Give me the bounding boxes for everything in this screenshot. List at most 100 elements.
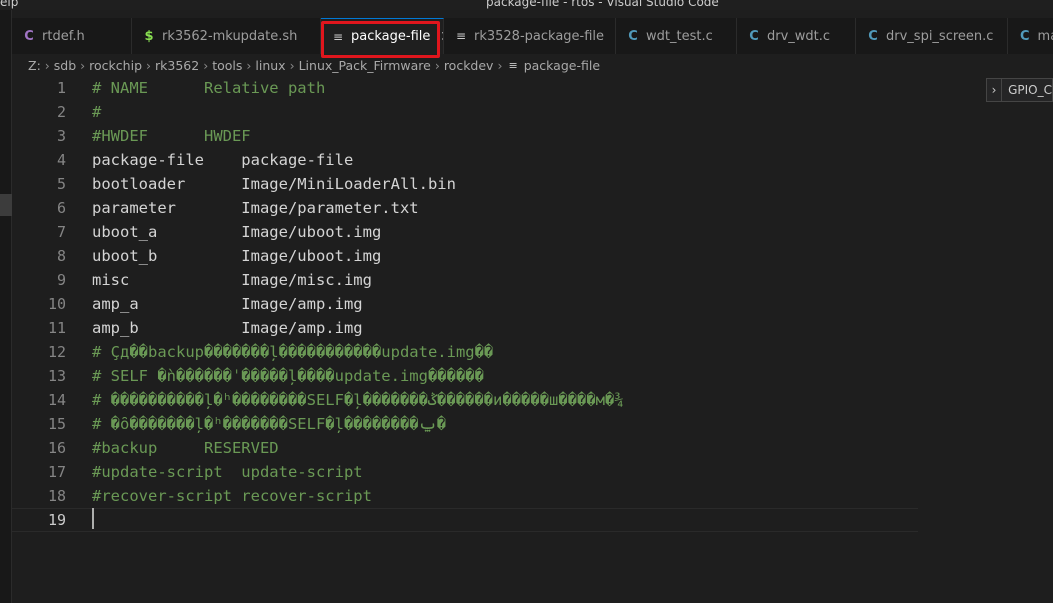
line-number: 7	[56, 223, 66, 241]
line-content[interactable]: amp_a Image/amp.img	[92, 295, 363, 313]
chevron-right-icon: ›	[80, 57, 86, 73]
line-number: 6	[56, 199, 66, 217]
code-line[interactable]: 7 uboot_a Image/uboot.img	[12, 220, 918, 244]
chevron-right-icon: ›	[44, 57, 50, 73]
plain-text-file-icon: ≡	[333, 29, 344, 44]
breadcrumb-tools[interactable]: tools	[212, 58, 242, 73]
code-line[interactable]: 14 # ����������ļ�ʰ��������SELF�ļ�������ݣ…	[12, 388, 918, 412]
code-line[interactable]: 2 #	[12, 100, 918, 124]
breadcrumb-file[interactable]: package-file	[524, 58, 600, 73]
line-content[interactable]: misc Image/misc.img	[92, 271, 372, 289]
line-number: 11	[47, 319, 66, 337]
plain-text-file-icon: ≡	[456, 29, 467, 43]
chevron-right-icon: ›	[246, 57, 252, 73]
line-content[interactable]: package-file package-file	[92, 151, 353, 169]
tab-label: drv_wdt.c	[767, 28, 831, 44]
breadcrumb-drive[interactable]: Z:	[28, 58, 41, 73]
c-header-file-icon: C	[24, 28, 34, 44]
code-line[interactable]: 10 amp_a Image/amp.img	[12, 292, 918, 316]
line-number: 1	[56, 79, 66, 97]
code-line[interactable]: 8 uboot_b Image/uboot.img	[12, 244, 918, 268]
breadcrumb-linux-pack-firmware[interactable]: Linux_Pack_Firmware	[299, 58, 431, 73]
tab-label: rk3528-package-file	[474, 28, 605, 44]
code-line[interactable]: 17 #update-script update-script	[12, 460, 918, 484]
line-content[interactable]: #recover-script recover-script	[92, 487, 372, 505]
line-content[interactable]: #	[92, 103, 101, 121]
tab-label: wdt_test.c	[646, 28, 713, 44]
code-line[interactable]: 4 package-file package-file	[12, 148, 918, 172]
breadcrumb-sdb[interactable]: sdb	[54, 58, 76, 73]
plain-text-file-icon: ≡	[508, 58, 518, 72]
line-content[interactable]: parameter Image/parameter.txt	[92, 199, 419, 217]
code-line[interactable]: 13 # SELF �ǹ������ˈ�����ļ����update.img�…	[12, 364, 918, 388]
line-content[interactable]: # SELF �ǹ������ˈ�����ļ����update.img����…	[92, 367, 484, 385]
chevron-right-icon: ›	[203, 57, 209, 73]
code-line[interactable]: 6 parameter Image/parameter.txt	[12, 196, 918, 220]
window-title: package-file - rtos - Visual Studio Code	[486, 0, 719, 9]
line-number: 14	[47, 391, 66, 409]
breadcrumb-rockdev[interactable]: rockdev	[444, 58, 494, 73]
code-line[interactable]: 16 #backup RESERVED	[12, 436, 918, 460]
tab-package-file[interactable]: ≡ package-file ✕	[321, 18, 444, 54]
shell-script-icon: $	[144, 28, 154, 44]
line-number: 2	[56, 103, 66, 121]
line-number: 10	[47, 295, 66, 313]
tab-label: rk3562-mkupdate.sh	[162, 28, 298, 44]
line-number: 8	[56, 247, 66, 265]
code-line[interactable]: 18 #recover-script recover-script	[12, 484, 918, 508]
line-content[interactable]: # NAME Relative path	[92, 79, 325, 97]
tab-rk3562-mkupdate-sh[interactable]: $ rk3562-mkupdate.sh	[132, 18, 321, 54]
tab-label: package-file	[351, 29, 431, 44]
line-number: 17	[47, 463, 66, 481]
tab-ma[interactable]: C ma	[1008, 18, 1053, 54]
line-content[interactable]: # Çд��backup�������ļ�����������update.im…	[92, 343, 493, 361]
activity-bar	[0, 10, 12, 603]
line-number: 4	[56, 151, 66, 169]
chevron-right-icon: ›	[497, 57, 503, 73]
tab-drv-wdt-c[interactable]: C drv_wdt.c	[737, 18, 856, 54]
line-number: 16	[47, 439, 66, 457]
activity-bar-indicator	[0, 194, 12, 216]
code-line[interactable]: 3 #HWDEF HWDEF	[12, 124, 918, 148]
code-line[interactable]: 9 misc Image/misc.img	[12, 268, 918, 292]
line-content[interactable]: # ����������ļ�ʰ��������SELF�ļ�������ݣ���…	[92, 391, 624, 409]
code-editor[interactable]: 1 # NAME Relative path 2 # 3 #HWDEF HWDE…	[12, 76, 1053, 603]
tab-label: ma	[1037, 28, 1053, 44]
code-line[interactable]: 15 # �ȏ�������ļ�ʰ�������SELF�ļ��������ݐ�	[12, 412, 918, 436]
menu-help[interactable]: elp	[0, 0, 18, 9]
line-number: 18	[47, 487, 66, 505]
line-number: 5	[56, 175, 66, 193]
code-line[interactable]: 5 bootloader Image/MiniLoaderAll.bin	[12, 172, 918, 196]
code-line[interactable]: 12 # Çд��backup�������ļ�����������update…	[12, 340, 918, 364]
c-file-icon: C	[628, 28, 638, 44]
line-content[interactable]: bootloader Image/MiniLoaderAll.bin	[92, 175, 456, 193]
tab-label: rtdef.h	[42, 28, 85, 44]
tab-wdt-test-c[interactable]: C wdt_test.c	[616, 18, 737, 54]
tab-rk3528-package-file[interactable]: ≡ rk3528-package-file	[444, 18, 616, 54]
line-content[interactable]: # �ȏ�������ļ�ʰ�������SELF�ļ��������ݐ�	[92, 415, 446, 433]
code-line-current[interactable]: 19	[12, 508, 918, 532]
breadcrumb-rockchip[interactable]: rockchip	[89, 58, 142, 73]
line-content[interactable]: #update-script update-script	[92, 463, 363, 481]
chevron-right-icon: ›	[289, 57, 295, 73]
line-content[interactable]: uboot_a Image/uboot.img	[92, 223, 381, 241]
line-number: 12	[47, 343, 66, 361]
breadcrumb-rk3562[interactable]: rk3562	[155, 58, 199, 73]
text-cursor	[92, 508, 94, 529]
code-line[interactable]: 1 # NAME Relative path	[12, 76, 918, 100]
line-content[interactable]: #HWDEF HWDEF	[92, 127, 251, 145]
code-line[interactable]: 11 amp_b Image/amp.img	[12, 316, 918, 340]
line-content[interactable]: #backup RESERVED	[92, 439, 279, 457]
breadcrumb-linux[interactable]: linux	[255, 58, 285, 73]
c-file-icon: C	[1020, 28, 1030, 44]
chevron-right-icon: ›	[434, 57, 440, 73]
line-number: 3	[56, 127, 66, 145]
tab-drv-spi-screen-c[interactable]: C drv_spi_screen.c	[856, 18, 1008, 54]
line-number: 9	[56, 271, 66, 289]
tab-rtdef-h[interactable]: C rtdef.h	[12, 18, 132, 54]
line-content[interactable]: amp_b Image/amp.img	[92, 319, 363, 337]
tab-label: drv_spi_screen.c	[886, 28, 994, 44]
title-bar: elp package-file - rtos - Visual Studio …	[0, 0, 1053, 10]
line-number: 15	[47, 415, 66, 433]
line-content[interactable]: uboot_b Image/uboot.img	[92, 247, 381, 265]
